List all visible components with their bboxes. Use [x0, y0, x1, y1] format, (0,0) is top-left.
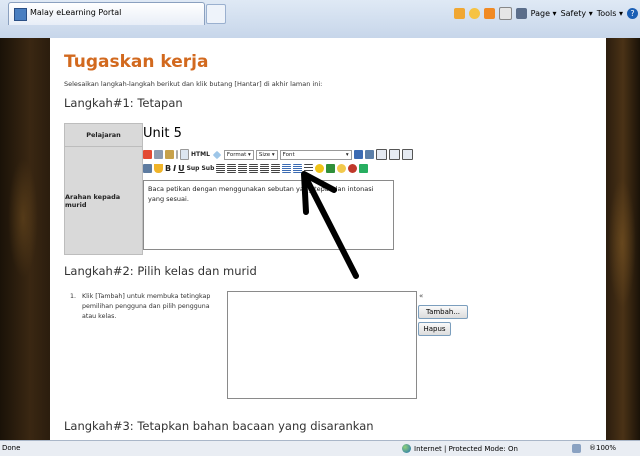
link-icon[interactable]: [353, 150, 363, 159]
italic-icon[interactable]: I: [173, 164, 176, 173]
browser-tab[interactable]: Malay eLearning Portal: [8, 2, 205, 25]
outdent-icon[interactable]: [216, 164, 226, 173]
size-label: Size: [258, 151, 271, 158]
insert-row-icon[interactable]: [401, 149, 413, 160]
selected-users-listbox[interactable]: [227, 291, 417, 399]
superscript-icon[interactable]: Sup: [187, 165, 200, 172]
html-mode-label[interactable]: HTML: [191, 151, 210, 158]
zoom-area: ®100%: [572, 444, 616, 453]
add-button[interactable]: Tambah...: [418, 305, 468, 319]
print-icon[interactable]: [515, 7, 527, 19]
page-background-left: [0, 38, 50, 440]
security-zone-label: Internet | Protected Mode: On: [414, 444, 518, 453]
collapse-chevron-icon[interactable]: «: [419, 292, 423, 300]
align-center-icon[interactable]: [249, 164, 259, 173]
zoom-level[interactable]: ®100%: [589, 444, 616, 453]
page-icon: [14, 8, 27, 21]
align-left-icon[interactable]: [238, 164, 248, 173]
security-zone[interactable]: Internet | Protected Mode: On: [402, 444, 518, 453]
format-label: Format: [226, 151, 247, 158]
justify-icon[interactable]: [271, 164, 281, 173]
page-menu[interactable]: Page ▾: [531, 9, 557, 18]
safety-menu-label: Safety ▾: [560, 8, 593, 18]
page-background-right: [606, 38, 640, 440]
page-menu-label: Page ▾: [530, 8, 557, 18]
bold-icon[interactable]: B: [165, 164, 171, 173]
subject-label: Pelajaran: [64, 123, 143, 147]
command-bar: Page ▾ Safety ▾ Tools ▾ ?: [453, 3, 638, 23]
page-instruction: Selesaikan langkah-langkah berikut dan k…: [64, 80, 323, 88]
tab-title: Malay eLearning Portal: [30, 8, 122, 17]
step3-heading: Langkah#3: Tetapkan bahan bacaan yang di…: [64, 419, 374, 433]
font-dropdown[interactable]: Font ▾: [279, 149, 352, 160]
html-icon[interactable]: [180, 149, 189, 160]
tools-menu[interactable]: Tools ▾: [597, 9, 623, 18]
format-dropdown[interactable]: Format ▾: [223, 149, 254, 160]
table-props-icon[interactable]: [388, 149, 400, 160]
paste-icon[interactable]: [165, 150, 174, 159]
step2-heading: Langkah#2: Pilih kelas dan murid: [64, 264, 257, 278]
status-text: Done: [2, 444, 21, 452]
table-icon[interactable]: [375, 149, 387, 160]
indent-icon[interactable]: [227, 164, 237, 173]
step1-heading: Langkah#1: Tetapan: [64, 96, 183, 110]
font-label: Font: [282, 151, 295, 158]
size-dropdown[interactable]: Size ▾: [255, 149, 278, 160]
highlight-icon[interactable]: [154, 164, 163, 173]
undo-icon[interactable]: [143, 164, 152, 173]
safety-menu[interactable]: Safety ▾: [561, 9, 593, 18]
home-icon[interactable]: [453, 7, 465, 19]
page-title: Tugaskan kerja: [64, 52, 209, 72]
tools-menu-label: Tools ▾: [596, 8, 623, 18]
remove-button[interactable]: Hapus: [418, 322, 451, 336]
annotation-arrow-icon: [301, 171, 359, 279]
separator-icon: [176, 150, 178, 159]
underline-icon[interactable]: U: [178, 164, 185, 173]
editor-toolbar-row1: HTML Format ▾ Size ▾ Font ▾: [143, 149, 413, 160]
mail-icon[interactable]: [498, 6, 512, 20]
list-item-number: 1.: [70, 293, 77, 300]
page-content: Tugaskan kerja Selesaikan langkah-langka…: [50, 38, 606, 440]
subscript-icon[interactable]: Sub: [201, 165, 214, 172]
subject-value: Unit 5: [143, 126, 182, 141]
align-right-icon[interactable]: [260, 164, 270, 173]
help-icon[interactable]: ?: [627, 7, 638, 19]
instruction-label: Arahan kepada murid: [64, 146, 143, 255]
list-item-text: Klik [Tambah] untuk membuka tetingkap pe…: [82, 293, 211, 320]
cut-icon[interactable]: [143, 150, 152, 159]
browser-toolbar: Malay eLearning Portal Page ▾ Safety ▾ T…: [0, 0, 640, 39]
globe-icon: [402, 444, 411, 453]
copy-icon[interactable]: [154, 150, 163, 159]
clean-icon[interactable]: [212, 150, 222, 159]
favorites-icon[interactable]: [468, 7, 480, 19]
anchor-icon[interactable]: [364, 150, 374, 159]
protected-mode-icon[interactable]: [572, 444, 581, 453]
status-bar: Done Internet | Protected Mode: On ®100%: [0, 440, 640, 456]
numbered-list-icon[interactable]: [282, 164, 292, 173]
feeds-icon[interactable]: [483, 7, 495, 19]
new-tab-button[interactable]: [206, 4, 226, 24]
